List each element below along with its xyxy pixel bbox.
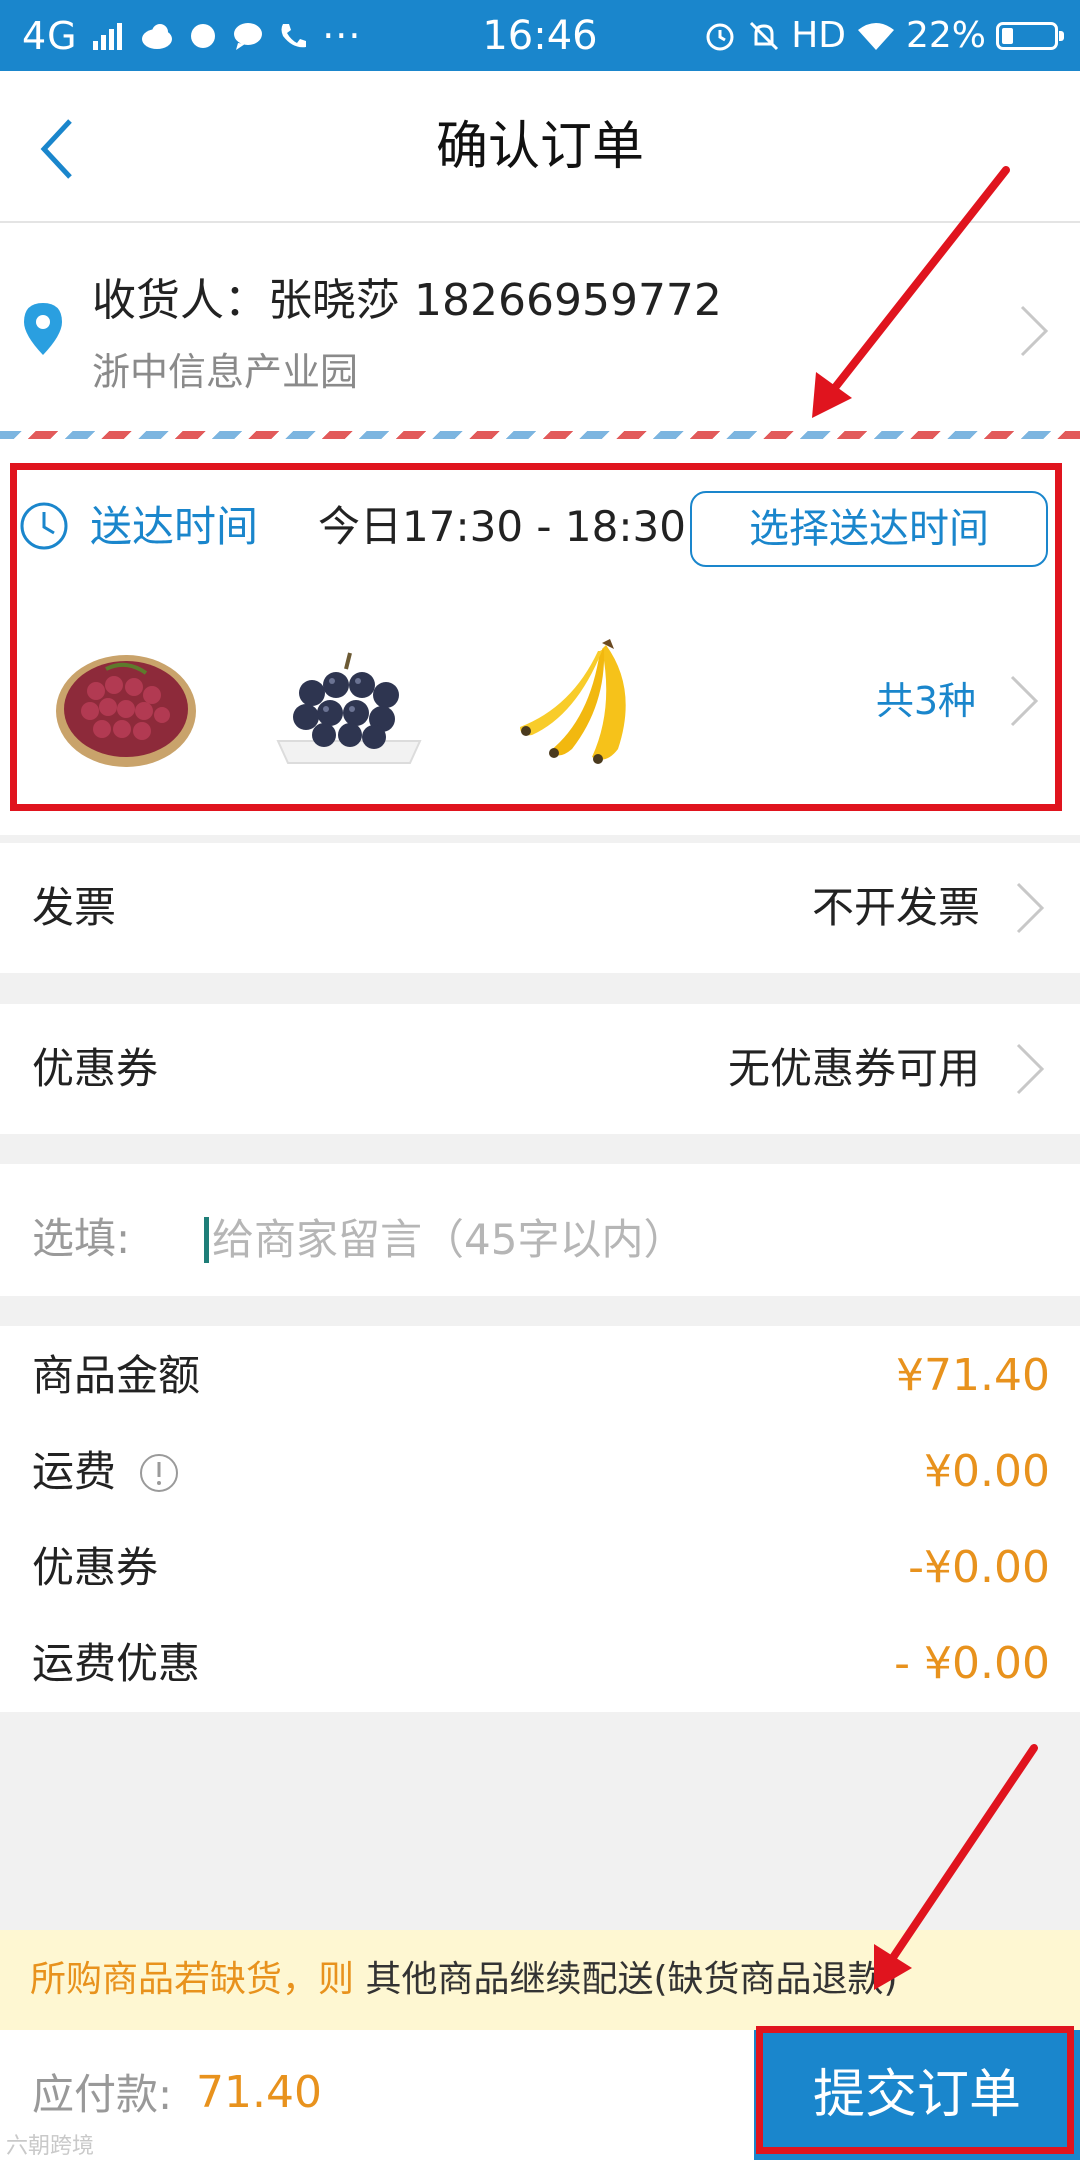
payable-label: 应付款: [32, 2070, 173, 2119]
chevron-right-icon [1020, 305, 1049, 357]
alarm-icon [706, 23, 734, 51]
hd-label: HD [791, 15, 846, 56]
delivery-section: 送达时间 今日17:30 - 18:30 选择送达时间 共3种 [0, 439, 1080, 835]
summary-row: 优惠券 -¥0.00 [0, 1528, 1080, 1608]
remark-label: 选填: [32, 1214, 131, 1263]
summary-value: - ¥0.00 [894, 1638, 1050, 1689]
wifi-icon [857, 23, 894, 50]
watermark-text: 六朝跨境 [6, 2134, 95, 2159]
summary-label: 运费 [32, 1447, 117, 1496]
coupon-row[interactable]: 优惠券 无优惠券可用 [0, 1004, 1080, 1134]
footer-bar: 应付款: 71.40 提交订单 [0, 2030, 1080, 2160]
stock-notice[interactable]: 所购商品若缺货，则 其他商品继续配送(缺货商品退款) [0, 1930, 1080, 2030]
coupon-label: 优惠券 [32, 1044, 159, 1093]
summary-value: ¥0.00 [924, 1446, 1050, 1497]
summary-row: 运费优惠 - ¥0.00 [0, 1624, 1080, 1704]
page-title: 确认订单 [435, 117, 644, 177]
info-icon[interactable] [138, 1452, 180, 1494]
remark-row: 选填: [0, 1164, 1080, 1296]
envelope-divider [0, 431, 1080, 439]
invoice-row[interactable]: 发票 不开发票 [0, 843, 1080, 973]
summary-label: 运费优惠 [32, 1639, 201, 1688]
battery-percent: 22% [905, 15, 986, 56]
payable-amount: 71.40 [196, 2067, 322, 2118]
watermark: 六朝跨境 [6, 2128, 94, 2160]
location-pin-icon [24, 303, 62, 355]
notice-option: 其他商品继续配送(缺货商品退款) [354, 1959, 898, 2000]
mute-bell-icon [750, 21, 779, 51]
invoice-label: 发票 [32, 883, 117, 932]
summary-label: 商品金额 [32, 1351, 201, 1400]
notice-text: 所购商品若缺货，则 其他商品继续配送(缺货商品退款) [30, 1954, 898, 2006]
text-cursor [204, 1217, 209, 1263]
battery-icon [996, 22, 1064, 50]
battery-fill [1002, 28, 1013, 44]
address-text: 浙中信息产业园 [92, 350, 359, 394]
chevron-right-icon [1016, 1043, 1045, 1095]
status-bar: 4G ··· 16:46 HD 22% [0, 0, 1080, 71]
summary-label: 优惠券 [32, 1543, 159, 1592]
address-card[interactable]: 收货人：张晓莎 18266959772 浙中信息产业园 [0, 223, 1080, 433]
annotation-highlight-box [10, 463, 1062, 811]
remark-input[interactable] [212, 1204, 1032, 1274]
notice-highlight: 所购商品若缺货，则 [30, 1959, 355, 2000]
coupon-value: 无优惠券可用 [727, 1044, 980, 1093]
submit-order-button[interactable]: 提交订单 [754, 2030, 1080, 2160]
price-summary: 商品金额 ¥71.40 运费 ¥0.00 优惠券 -¥0.00 运费优惠 - ¥… [0, 1326, 1080, 1712]
chevron-right-icon [1016, 882, 1045, 934]
status-right: HD 22% [703, 12, 1064, 60]
summary-row: 商品金额 ¥71.40 [0, 1336, 1080, 1416]
nav-bar: 确认订单 [0, 71, 1080, 223]
invoice-value: 不开发票 [811, 883, 980, 932]
summary-value: ¥71.40 [896, 1350, 1050, 1401]
summary-row: 运费 ¥0.00 [0, 1432, 1080, 1512]
summary-value: -¥0.00 [908, 1542, 1050, 1593]
recipient-info: 收货人：张晓莎 18266959772 [92, 275, 722, 326]
